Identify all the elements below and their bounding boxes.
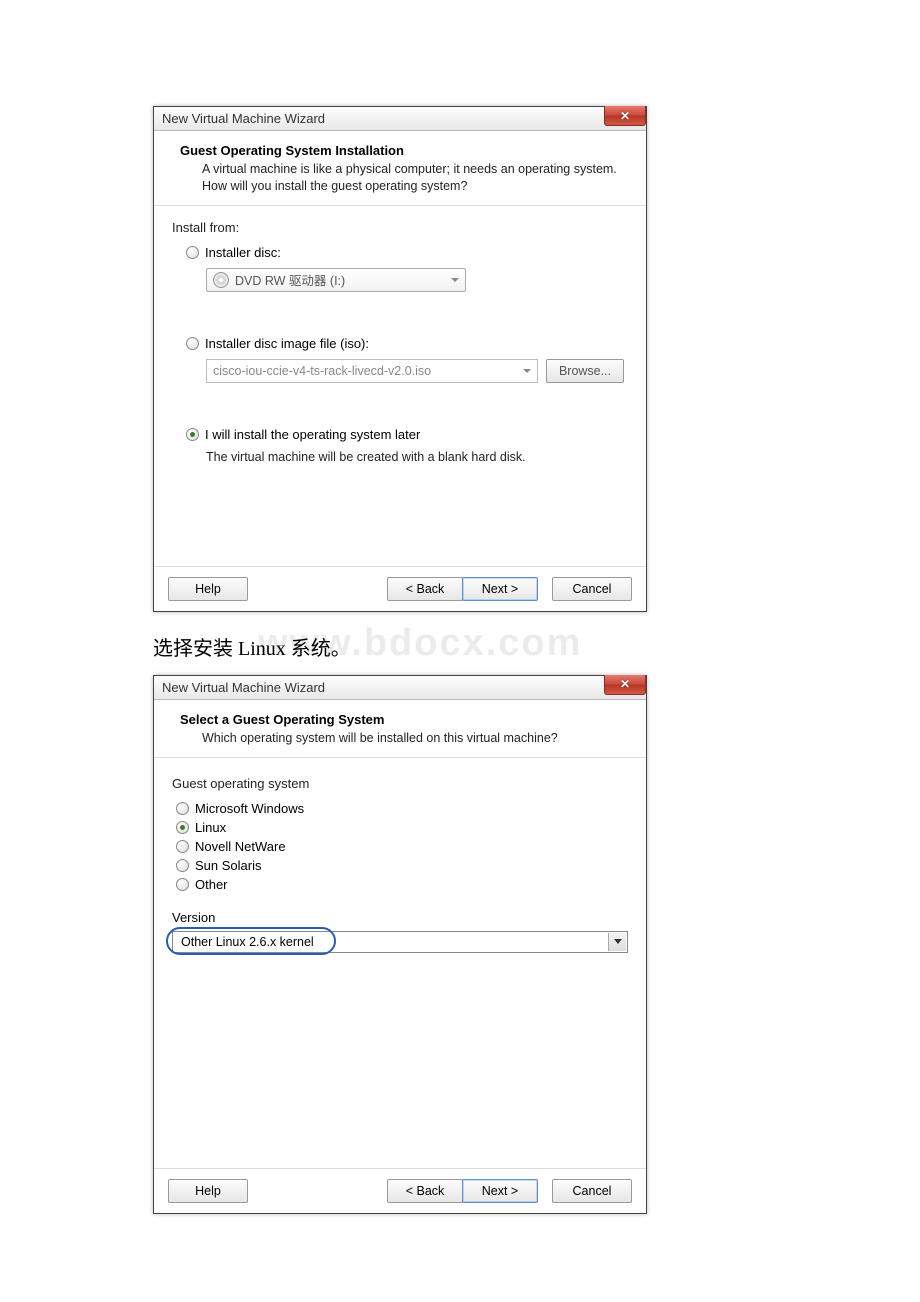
radio-icon [176, 802, 189, 815]
radio-label: Novell NetWare [195, 839, 286, 854]
radio-icon [176, 878, 189, 891]
wizard-body: Guest operating system Microsoft Windows… [154, 758, 646, 1168]
back-button[interactable]: < Back [387, 577, 463, 601]
wizard-header-subtitle: A virtual machine is like a physical com… [180, 161, 630, 195]
chevron-down-icon [523, 369, 531, 373]
disc-drive-dropdown[interactable]: DVD RW 驱动器 (I:) [206, 268, 466, 292]
wizard-dialog-select-os: New Virtual Machine Wizard ✕ Select a Gu… [153, 675, 647, 1214]
cancel-button[interactable]: Cancel [552, 577, 632, 601]
radio-label: I will install the operating system late… [205, 427, 420, 442]
disc-drive-value: DVD RW 驱动器 (I:) [235, 270, 345, 289]
help-button[interactable]: Help [168, 577, 248, 601]
radio-os-linux[interactable]: Linux [176, 820, 628, 835]
radio-os-other[interactable]: Other [176, 877, 628, 892]
close-icon: ✕ [620, 677, 630, 691]
cancel-button[interactable]: Cancel [552, 1179, 632, 1203]
back-button[interactable]: < Back [387, 1179, 463, 1203]
disc-icon [213, 272, 229, 288]
radio-icon [186, 337, 199, 350]
chevron-down-icon [614, 939, 622, 944]
radio-os-windows[interactable]: Microsoft Windows [176, 801, 628, 816]
radio-icon [176, 840, 189, 853]
radio-install-later[interactable]: I will install the operating system late… [186, 427, 628, 442]
radio-label: Sun Solaris [195, 858, 261, 873]
close-button[interactable]: ✕ [604, 675, 646, 695]
chevron-down-icon [451, 278, 459, 282]
caption-label: 选择安装 Linux 系统。 [153, 638, 351, 660]
version-value: Other Linux 2.6.x kernel [181, 935, 314, 949]
radio-label: Installer disc: [205, 245, 281, 260]
radio-label: Microsoft Windows [195, 801, 304, 816]
wizard-body: Install from: Installer disc: DVD RW 驱动器… [154, 206, 646, 566]
close-button[interactable]: ✕ [604, 106, 646, 126]
install-from-label: Install from: [172, 220, 628, 235]
guest-os-group-label: Guest operating system [172, 776, 628, 791]
iso-path-value: cisco-iou-ccie-v4-ts-rack-livecd-v2.0.is… [213, 364, 431, 378]
radio-iso-file[interactable]: Installer disc image file (iso): [186, 336, 628, 351]
iso-path-combobox[interactable]: cisco-iou-ccie-v4-ts-rack-livecd-v2.0.is… [206, 359, 538, 383]
radio-icon [176, 859, 189, 872]
browse-label: Browse... [559, 364, 611, 378]
version-dropdown[interactable]: Other Linux 2.6.x kernel [172, 931, 628, 953]
browse-button[interactable]: Browse... [546, 359, 624, 383]
guest-os-radio-group: Microsoft Windows Linux Novell NetWare S… [172, 801, 628, 892]
wizard-footer: Help < Back Next > Cancel [154, 1168, 646, 1213]
next-button[interactable]: Next > [462, 577, 538, 601]
wizard-header-title: Guest Operating System Installation [180, 143, 630, 158]
dropdown-button[interactable] [608, 933, 626, 951]
wizard-header: Select a Guest Operating System Which op… [154, 700, 646, 758]
wizard-header-title: Select a Guest Operating System [180, 712, 630, 727]
radio-os-novell[interactable]: Novell NetWare [176, 839, 628, 854]
caption-text: 选择安装 Linux 系统。 www.bdocx.com [153, 632, 767, 661]
close-icon: ✕ [620, 109, 630, 123]
radio-icon [186, 428, 199, 441]
wizard-dialog-install: New Virtual Machine Wizard ✕ Guest Opera… [153, 106, 647, 612]
window-title: New Virtual Machine Wizard [162, 680, 325, 695]
window-title: New Virtual Machine Wizard [162, 111, 325, 126]
radio-installer-disc[interactable]: Installer disc: [186, 245, 628, 260]
help-button[interactable]: Help [168, 1179, 248, 1203]
wizard-header: Guest Operating System Installation A vi… [154, 131, 646, 206]
titlebar[interactable]: New Virtual Machine Wizard ✕ [154, 676, 646, 700]
next-button[interactable]: Next > [462, 1179, 538, 1203]
radio-icon [186, 246, 199, 259]
radio-label: Other [195, 877, 228, 892]
wizard-footer: Help < Back Next > Cancel [154, 566, 646, 611]
radio-os-solaris[interactable]: Sun Solaris [176, 858, 628, 873]
radio-label: Linux [195, 820, 226, 835]
wizard-header-subtitle: Which operating system will be installed… [180, 730, 630, 747]
install-later-description: The virtual machine will be created with… [206, 450, 628, 464]
titlebar[interactable]: New Virtual Machine Wizard ✕ [154, 107, 646, 131]
version-label: Version [172, 910, 628, 925]
radio-label: Installer disc image file (iso): [205, 336, 369, 351]
radio-icon [176, 821, 189, 834]
